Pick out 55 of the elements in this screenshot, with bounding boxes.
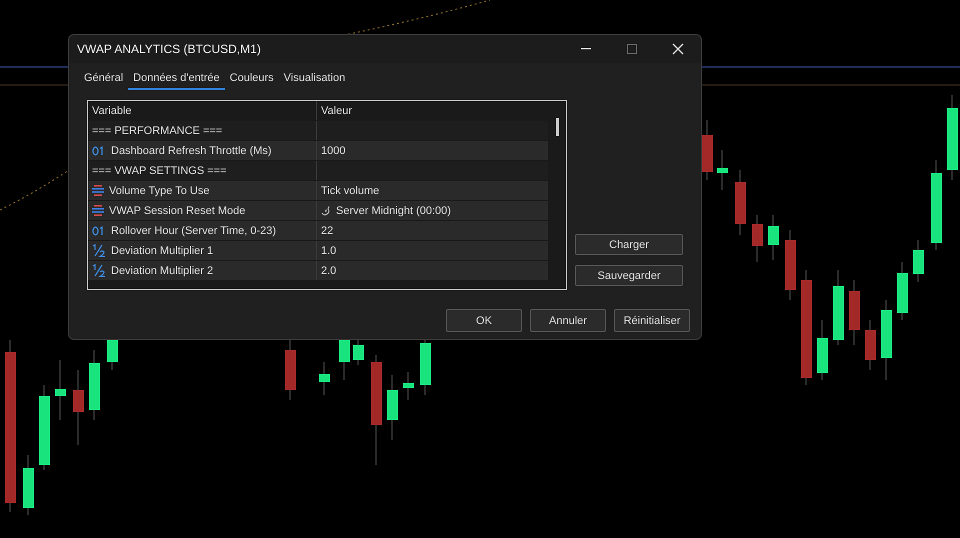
section-heading: === PERFORMANCE === [88, 121, 317, 140]
dialog-button[interactable]: OK [446, 309, 522, 332]
side-button[interactable]: Sauvegarder [575, 265, 683, 286]
list-icon [92, 185, 104, 196]
parameter-value[interactable]: Server Midnight (00:00) [336, 204, 451, 216]
parameter-name: Deviation Multiplier 2 [111, 264, 214, 276]
candlestick [319, 362, 330, 396]
minimize-icon [581, 48, 591, 50]
candlestick [387, 374, 398, 440]
swirl-icon [321, 206, 332, 216]
candlestick [353, 340, 364, 366]
maximize-icon [627, 44, 637, 54]
tab[interactable]: Visualisation [278, 69, 350, 90]
candlestick [89, 350, 100, 420]
parameter-name: Volume Type To Use [109, 184, 210, 196]
scrollbar-thumb[interactable] [556, 118, 559, 136]
candlestick [23, 454, 34, 516]
parameter-name: Deviation Multiplier 1 [111, 244, 214, 256]
list-icon [92, 205, 104, 216]
candlestick [752, 214, 763, 262]
candlestick [717, 150, 728, 190]
candlestick [865, 320, 876, 370]
side-button[interactable]: Charger [575, 234, 683, 255]
tab[interactable]: Général [79, 69, 128, 90]
column-header: Valeur [320, 104, 353, 116]
candlestick [403, 372, 414, 400]
parameter-value[interactable]: 22 [321, 224, 334, 236]
candlestick [702, 120, 713, 180]
candlestick [768, 214, 779, 260]
dialog-button[interactable]: Annuler [530, 309, 606, 332]
candlestick [285, 340, 296, 400]
candlestick [735, 170, 746, 236]
column-header: Variable [88, 101, 317, 120]
candlestick [849, 280, 860, 346]
candlestick [913, 240, 924, 282]
parameter-value[interactable]: Tick volume [321, 184, 380, 196]
tab[interactable]: Couleurs [224, 69, 279, 90]
parameter-name: Rollover Hour (Server Time, 0-23) [111, 224, 276, 236]
fraction-icon [92, 244, 106, 257]
dialog-button[interactable]: Réinitialiser [614, 309, 690, 332]
candlestick [897, 262, 908, 320]
parameter-name: VWAP Session Reset Mode [109, 204, 246, 216]
parameter-name: Dashboard Refresh Throttle (Ms) [111, 144, 272, 156]
parameter-value[interactable]: 1.0 [321, 244, 336, 256]
candlestick [817, 320, 828, 380]
tab[interactable]: Données d'entrée [128, 69, 225, 90]
fraction-icon [92, 264, 106, 277]
candlestick [55, 360, 66, 420]
candlestick [420, 340, 431, 396]
window-title: VWAP ANALYTICS (BTCUSD,M1) [77, 42, 262, 56]
section-heading: === VWAP SETTINGS === [88, 161, 317, 180]
parameter-value[interactable]: 2.0 [321, 264, 336, 276]
parameter-value[interactable]: 1000 [321, 144, 346, 156]
candlestick [785, 230, 796, 300]
close-icon [672, 43, 684, 55]
